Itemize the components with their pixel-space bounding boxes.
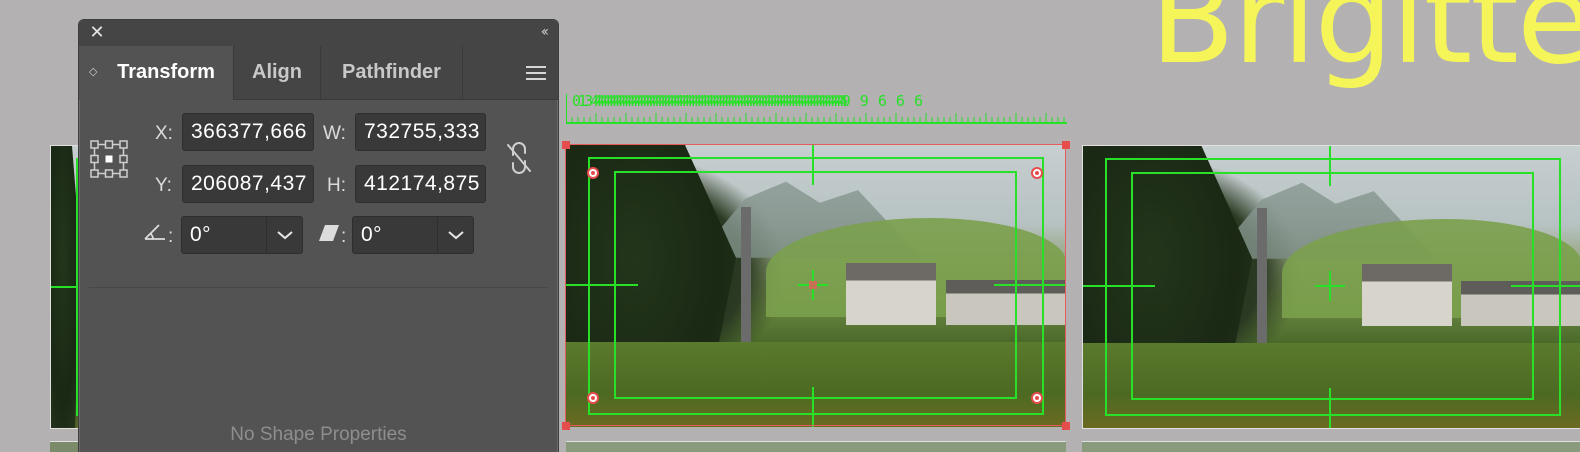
artboard-photo-bottom-left[interactable]: [50, 441, 80, 452]
y-position-field[interactable]: 206087,437: [182, 165, 314, 203]
close-icon[interactable]: ✕: [89, 24, 105, 42]
corner-radius-widget[interactable]: [1031, 392, 1043, 404]
width-field[interactable]: 732755,333: [355, 113, 486, 151]
tab-pathfinder-label: Pathfinder: [342, 61, 441, 83]
height-field[interactable]: 412174,875: [355, 165, 486, 203]
y-label: Y:: [155, 175, 172, 196]
tab-transform[interactable]: ◇ Transform: [79, 46, 234, 100]
safe-area-guides: [1083, 146, 1580, 428]
selection-handle-top-left[interactable]: [562, 141, 570, 149]
panel-tab-bar: ◇ Transform Align Pathfinder: [79, 46, 558, 100]
shear-angle-value: 0°: [361, 223, 383, 246]
shear-dropdown-button[interactable]: [437, 217, 473, 253]
corner-radius-widget[interactable]: [1031, 167, 1043, 179]
corner-radius-widget[interactable]: [587, 392, 599, 404]
reference-point-grid-icon[interactable]: [90, 140, 128, 178]
safe-area-guides: [566, 145, 1066, 427]
panel-title-bar[interactable]: ✕ ‹‹: [79, 20, 558, 46]
safe-area-guides: [51, 158, 81, 416]
rotate-label: :: [168, 226, 174, 247]
section-divider: [89, 287, 547, 288]
unlinked-chain-icon[interactable]: [504, 141, 534, 175]
transform-panel: ✕ ‹‹ ◇ Transform Align Pathfinder X: 366…: [78, 19, 559, 452]
chevron-down-icon: [277, 231, 293, 240]
panel-menu-icon[interactable]: [526, 66, 546, 80]
x-position-field[interactable]: 366377,666: [182, 113, 314, 151]
updown-chevron-icon: ◇: [89, 65, 98, 78]
tab-align-label: Align: [252, 61, 302, 83]
tab-pathfinder[interactable]: Pathfinder: [321, 46, 463, 99]
artboard-canvas[interactable]: Brigitte 0 1 3 4444444444444444444444444…: [0, 0, 1580, 452]
shear-angle-field[interactable]: 0°: [352, 216, 474, 254]
h-label: H:: [327, 175, 346, 196]
artboard-photo-bottom-right[interactable]: [1082, 441, 1580, 452]
rotate-angle-icon: [144, 224, 165, 240]
shear-label: :: [341, 226, 347, 247]
horizontal-ruler: [566, 94, 1067, 124]
rotate-angle-field[interactable]: 0°: [181, 216, 303, 254]
w-label: W:: [323, 123, 346, 144]
corner-radius-widget[interactable]: [587, 167, 599, 179]
selection-handle-top-right[interactable]: [1062, 141, 1070, 149]
selection-handle-bottom-right[interactable]: [1062, 422, 1070, 430]
rotate-angle-value: 0°: [190, 223, 212, 246]
artboard-photo-right[interactable]: [1082, 145, 1580, 429]
tab-align[interactable]: Align: [234, 46, 321, 99]
artboard-photo-selected[interactable]: [566, 145, 1066, 427]
x-label: X:: [155, 123, 173, 144]
tab-transform-label: Transform: [117, 61, 215, 83]
rotate-dropdown-button[interactable]: [266, 217, 302, 253]
selection-handle-bottom-left[interactable]: [562, 422, 570, 430]
collapse-panel-icon[interactable]: ‹‹: [541, 24, 549, 40]
shear-icon: [319, 225, 339, 241]
artboard-photo-bottom-center[interactable]: [566, 441, 1066, 452]
no-shape-properties-text: No Shape Properties: [230, 424, 407, 445]
chevron-down-icon: [448, 231, 464, 240]
artboard-title-text: Brigitte: [1150, 0, 1580, 92]
